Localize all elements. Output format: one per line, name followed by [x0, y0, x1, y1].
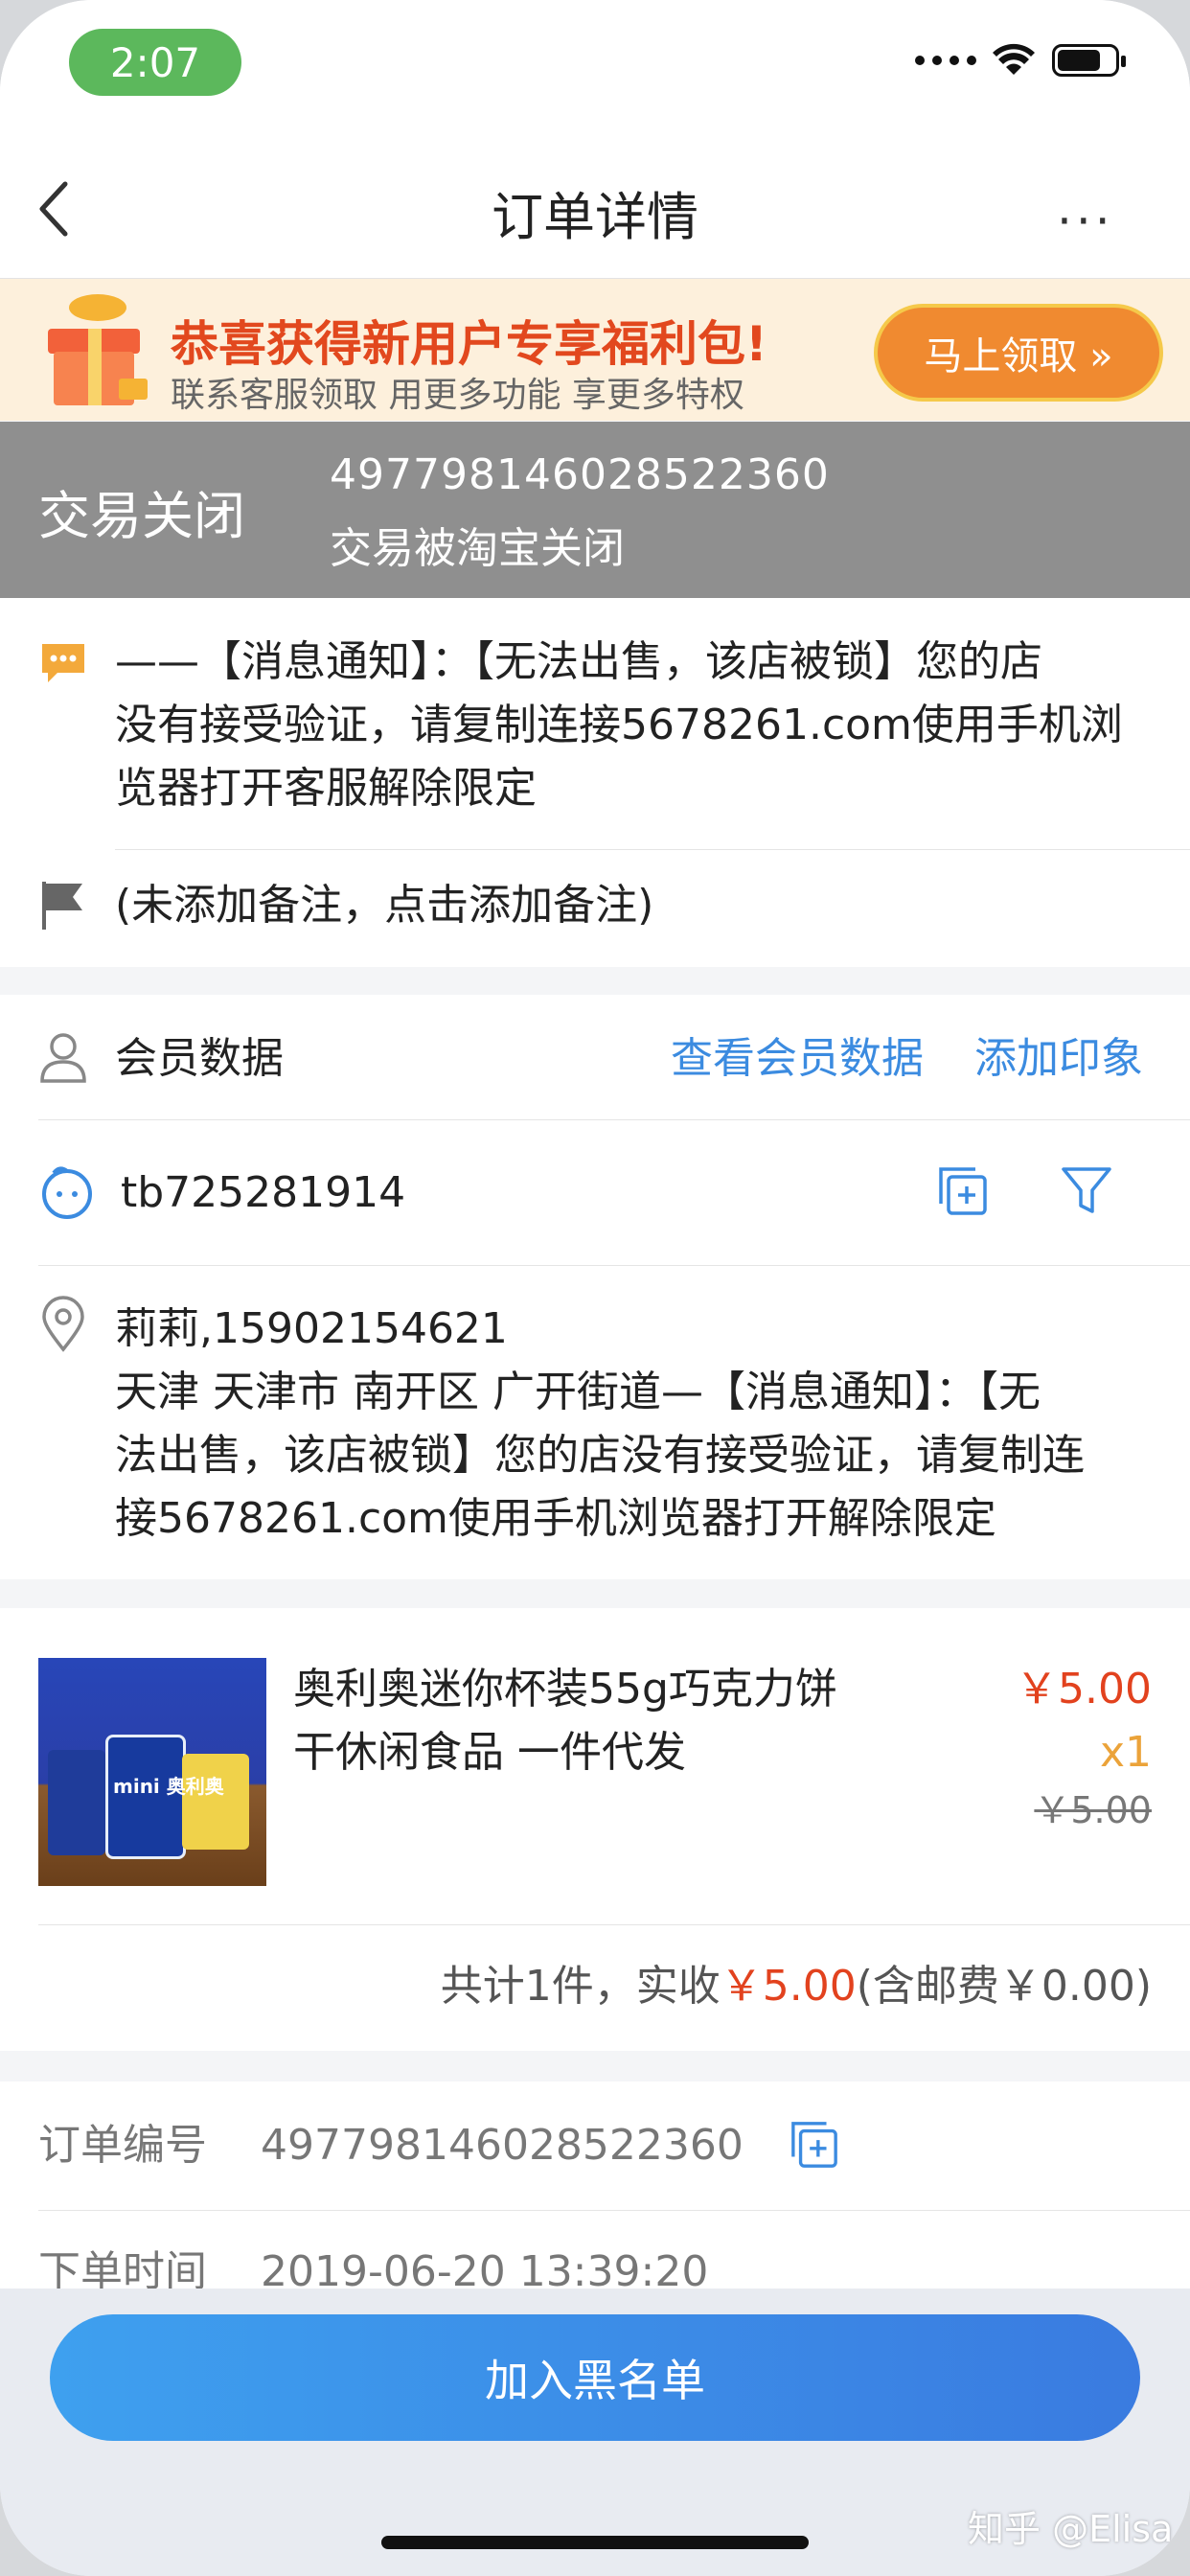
user-icon [40, 1033, 86, 1083]
customer-section: 会员数据 查看会员数据 添加印象 tb725281914 莉莉,15902154… [0, 995, 1190, 1579]
wifi-icon [993, 43, 1035, 75]
address-name-phone: 莉莉,15902154621 [115, 1304, 508, 1353]
message-line-1: ——【消息通知】：【无法出售，该店被锁】您的店 [115, 637, 1042, 686]
address-line-1: 天津 天津市 南开区 广开街道—【消息通知】：【无 [115, 1368, 1041, 1416]
order-number-value: 497798146028522360 [261, 2121, 744, 2170]
product-section: mini 奥利奥 奥利奥迷你杯装55g巧克力饼 干休闲食品 一件代发 ￥5.00… [0, 1608, 1190, 2051]
order-status-desc: 交易被淘宝关闭 [330, 524, 625, 573]
watermark: 知乎 @Elisa [968, 2508, 1174, 2550]
message-line-3: 览器打开客服解除限定 [115, 764, 537, 813]
banner-subline: 联系客服领取 用更多功能 享更多特权 [171, 376, 744, 415]
product-quantity: x1 [1099, 1728, 1152, 1777]
product-original-price: ￥5.00 [1034, 1789, 1152, 1831]
filter-icon[interactable] [1060, 1165, 1113, 1217]
divider [38, 2210, 1190, 2211]
wangwang-chat-icon [42, 1166, 92, 1219]
product-title-line-1: 奥利奥迷你杯装55g巧克力饼 [293, 1665, 837, 1714]
divider [38, 1119, 1190, 1120]
banner-headline-rest: 新用户专享福利包! [362, 316, 767, 372]
gift-box-icon [48, 294, 148, 405]
order-status-title: 交易关闭 [38, 486, 245, 546]
order-total-summary: 共计1件，实收￥5.00(含邮费￥0.00) [441, 1955, 1152, 2018]
promo-banner[interactable]: 恭喜获得新用户专享福利包! 联系客服领取 用更多功能 享更多特权 马上领取 » [0, 279, 1190, 421]
claim-now-button[interactable]: 马上领取 » [874, 304, 1163, 402]
message-line-2: 没有接受验证，请复制连接5678261.com使用手机浏 [115, 701, 1123, 749]
view-member-data-link[interactable]: 查看会员数据 [671, 1027, 924, 1091]
signal-icon [915, 56, 976, 65]
copy-icon[interactable] [937, 1165, 989, 1217]
order-number-label: 订单编号 [38, 2121, 207, 2170]
add-to-blacklist-button[interactable]: 加入黑名单 [50, 2314, 1140, 2441]
status-time: 2:07 [69, 29, 241, 96]
status-bar: 2:07 [0, 0, 1190, 144]
more-menu-icon[interactable]: ··· [1057, 194, 1114, 249]
product-title-line-2: 干休闲食品 一件代发 [293, 1728, 686, 1777]
phone-screen: 2:07 订单详情 ··· 恭喜获得新用户专享福利包! 联系客服领取 用更多功能… [0, 0, 1190, 2576]
divider [38, 1924, 1190, 1925]
add-impression-link[interactable]: 添加印象 [974, 1027, 1143, 1091]
address-line-2: 法出售，该店被锁】您的店没有接受验证，请复制连 [115, 1431, 1085, 1480]
banner-headline-emphasis: 恭喜获得 [171, 316, 362, 372]
remark-text[interactable]: (未添加备注，点击添加备注) [115, 874, 653, 937]
product-thumbnail[interactable]: mini 奥利奥 [38, 1658, 266, 1886]
message-bubble-icon [42, 644, 84, 682]
order-status-number: 497798146028522360 [330, 450, 830, 499]
copy-order-number-icon[interactable] [790, 2120, 839, 2170]
product-price: ￥5.00 [1016, 1665, 1152, 1714]
product-image-label: mini 奥利奥 [113, 1775, 224, 1798]
banner-headline: 恭喜获得新用户专享福利包! [171, 306, 767, 375]
total-prefix: 共计1件，实收 [440, 1962, 721, 2011]
location-pin-icon [42, 1296, 84, 1352]
order-info-section: 订单编号 497798146028522360 下单时间 2019-06-20 … [0, 2082, 1190, 2296]
total-amount: ￥5.00 [720, 1962, 857, 2011]
home-indicator[interactable] [381, 2536, 809, 2549]
total-suffix: (含邮费￥0.00) [856, 1962, 1152, 2011]
address-line-3: 接5678261.com使用手机浏览器打开解除限定 [115, 1494, 996, 1543]
message-section: ——【消息通知】：【无法出售，该店被锁】您的店 没有接受验证，请复制连接5678… [0, 598, 1190, 967]
nav-bar: 订单详情 ··· [0, 144, 1190, 279]
battery-icon [1052, 44, 1126, 77]
page-title: 订单详情 [492, 187, 698, 247]
member-label: 会员数据 [115, 1034, 284, 1083]
order-status-band: 交易关闭 497798146028522360 交易被淘宝关闭 [0, 422, 1190, 598]
divider [115, 849, 1190, 850]
divider [38, 1265, 1190, 1266]
flag-icon [42, 882, 82, 930]
buyer-id: tb725281914 [121, 1168, 406, 1217]
